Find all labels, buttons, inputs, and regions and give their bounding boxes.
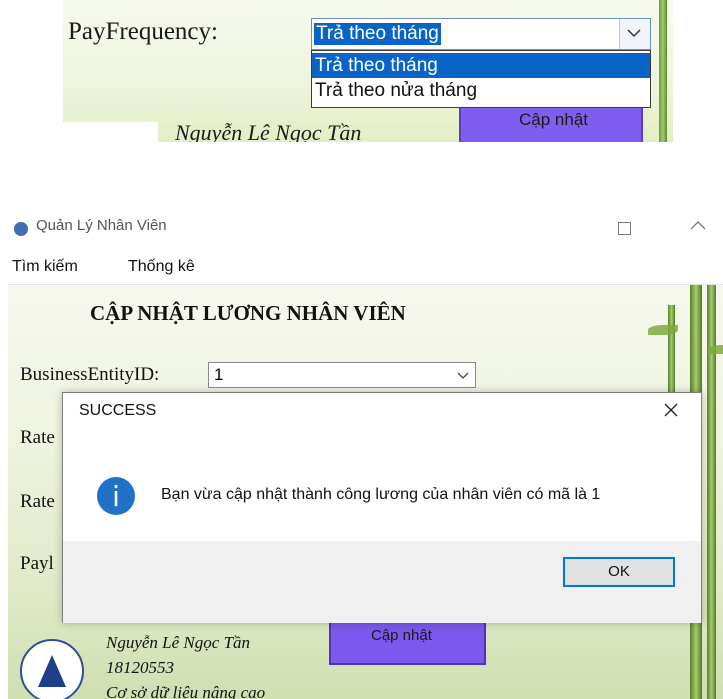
dialog-message: Bạn vừa cập nhật thành công lương của nh…	[161, 486, 601, 503]
update-button-label: Cập nhật	[519, 110, 588, 129]
dialog-footer: OK	[63, 541, 701, 623]
payfrequency-label: PayFrequency:	[68, 18, 218, 45]
dropdown-toggle[interactable]	[619, 19, 650, 49]
business-entity-select[interactable]: 1	[208, 362, 476, 388]
university-logo	[20, 639, 84, 699]
payfrequency-dropdown-crop: PayFrequency: Trả theo tháng Cập nhật Tr…	[63, 0, 673, 142]
payfrequency-select[interactable]: Trả theo tháng	[311, 18, 651, 50]
business-entity-label: BusinessEntityID:	[20, 364, 160, 385]
chevron-down-icon	[627, 29, 641, 38]
window-title: Quản Lý Nhân Viên	[36, 217, 167, 234]
payfrequency-label-partial: Payl	[20, 553, 54, 574]
author-id: 18120553	[106, 658, 174, 677]
author-name: Nguyễn Lê Ngọc Tần	[106, 633, 251, 652]
leaf-decoration	[648, 325, 678, 335]
info-icon: i	[97, 477, 135, 515]
maximize-icon[interactable]	[618, 222, 631, 235]
course-name: Cơ sở dữ liệu nâng cao	[106, 683, 266, 699]
main-window: Quản Lý Nhân Viên Tìm kiếm Thống kê CẬP …	[8, 214, 723, 699]
ok-button[interactable]: OK	[563, 557, 675, 587]
leaf-decoration	[708, 345, 723, 354]
signature-name-partial: Nguyễn Lê Ngọc Tần	[175, 120, 362, 142]
page-title: CẬP NHẬT LƯƠNG NHÂN VIÊN	[90, 301, 406, 325]
chevron-up-icon[interactable]	[690, 219, 706, 231]
menu-bar: Tìm kiếm Thống kê	[8, 250, 723, 285]
bamboo-decoration	[659, 0, 667, 142]
menu-item-statistics[interactable]: Thống kê	[128, 258, 195, 276]
title-bar: Quản Lý Nhân Viên	[8, 214, 723, 250]
business-entity-value: 1	[214, 365, 224, 384]
chevron-down-icon	[457, 372, 469, 379]
option-semi-monthly[interactable]: Trả theo nửa tháng	[312, 78, 650, 103]
success-dialog: SUCCESS i Bạn vừa cập nhật thành công lư…	[62, 392, 702, 623]
close-icon[interactable]	[663, 402, 679, 418]
rate-label: Rate	[20, 427, 55, 448]
app-icon	[14, 222, 28, 236]
menu-item-search[interactable]: Tìm kiếm	[12, 258, 78, 276]
background-patch	[63, 122, 158, 142]
rate-label-2: Rate	[20, 491, 55, 512]
option-monthly[interactable]: Trả theo tháng	[312, 53, 650, 78]
payfrequency-selected-value: Trả theo tháng	[314, 23, 441, 45]
dialog-title: SUCCESS	[79, 402, 157, 419]
update-button-label: Cập nhật	[371, 627, 432, 644]
payfrequency-options-list[interactable]: Trả theo tháng Trả theo nửa tháng	[311, 50, 651, 108]
